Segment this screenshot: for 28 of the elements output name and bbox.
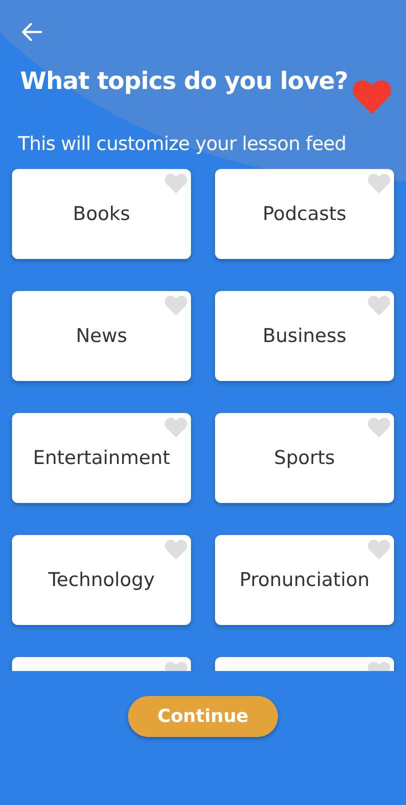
topic-card[interactable]: News bbox=[12, 291, 191, 381]
heart-icon[interactable] bbox=[164, 417, 188, 438]
topic-label: Entertainment bbox=[32, 447, 170, 469]
topic-card[interactable]: Business bbox=[215, 291, 394, 381]
subtitle: This will customize your lesson feed bbox=[18, 133, 348, 155]
topic-card[interactable]: Books bbox=[12, 169, 191, 259]
heart-icon[interactable] bbox=[164, 295, 188, 316]
heart-icon[interactable] bbox=[367, 539, 391, 560]
page-title: What topics do you love? bbox=[20, 67, 348, 95]
back-arrow-icon[interactable] bbox=[22, 23, 42, 41]
heart-icon[interactable] bbox=[367, 173, 391, 194]
topic-card[interactable]: Podcasts bbox=[215, 169, 394, 259]
topic-card[interactable]: Technology bbox=[12, 535, 191, 625]
topic-label: Pronunciation bbox=[239, 569, 370, 591]
topic-label: Business bbox=[262, 325, 346, 347]
topic-card[interactable]: Sports bbox=[215, 413, 394, 503]
topic-label: Podcasts bbox=[262, 203, 346, 225]
heart-icon[interactable] bbox=[164, 539, 188, 560]
topic-label: News bbox=[76, 325, 128, 347]
topic-label: Books bbox=[72, 203, 130, 225]
topic-card[interactable]: Entertainment bbox=[12, 413, 191, 503]
heart-icon bbox=[352, 79, 392, 115]
heart-icon[interactable] bbox=[164, 173, 188, 194]
topic-label: Technology bbox=[48, 569, 155, 591]
heart-icon[interactable] bbox=[367, 295, 391, 316]
topic-label: Sports bbox=[274, 447, 335, 469]
topic-card[interactable]: Pronunciation bbox=[215, 535, 394, 625]
heart-icon[interactable] bbox=[367, 417, 391, 438]
